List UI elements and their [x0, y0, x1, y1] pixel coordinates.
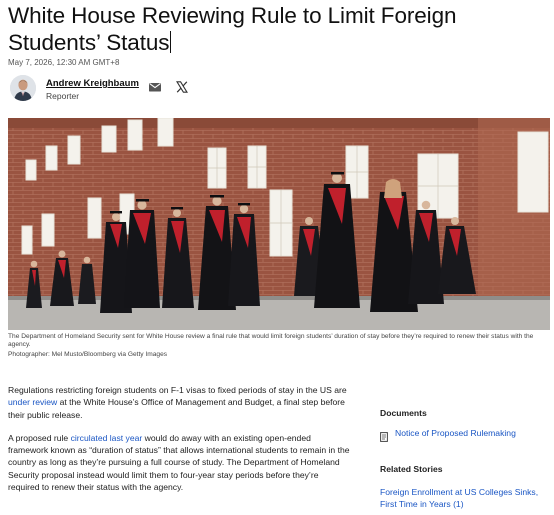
- author-name-link[interactable]: Andrew Kreighbaum: [46, 78, 139, 89]
- author-role: Reporter: [46, 91, 80, 101]
- under-review-link[interactable]: under review: [8, 397, 57, 407]
- headline-text: White House Reviewing Rule to Limit Fore…: [8, 3, 457, 55]
- sidebar: Documents Notice of Proposed Rulemaking …: [380, 408, 550, 511]
- circulated-last-year-link[interactable]: circulated last year: [71, 433, 143, 443]
- related-stories-heading: Related Stories: [380, 464, 443, 474]
- x-logo-icon[interactable]: [175, 80, 189, 94]
- article-timestamp: May 7, 2026, 12:30 AM GMT+8: [8, 58, 120, 67]
- related-story-link[interactable]: Foreign Enrollment at US Colleges Sinks,…: [380, 486, 550, 511]
- paragraph-2: A proposed rule circulated last year wou…: [8, 432, 350, 493]
- author-avatar[interactable]: [10, 75, 36, 101]
- document-link-label[interactable]: Notice of Proposed Rulemaking: [395, 428, 516, 438]
- article-headline: White House Reviewing Rule to Limit Fore…: [8, 2, 548, 56]
- byline: Andrew Kreighbaum Reporter: [8, 75, 308, 105]
- hero-image: [8, 118, 550, 330]
- documents-heading: Documents: [380, 408, 427, 418]
- mail-icon[interactable]: [148, 80, 162, 94]
- image-credit: Photographer: Mel Musto/Bloomberg via Ge…: [8, 351, 168, 358]
- image-caption: The Department of Homeland Security sent…: [8, 333, 534, 349]
- document-icon: [380, 429, 388, 442]
- text-cursor: [170, 31, 172, 53]
- paragraph-1: Regulations restricting foreign students…: [8, 385, 347, 420]
- article-body: Regulations restricting foreign students…: [8, 384, 350, 504]
- document-link-notice[interactable]: Notice of Proposed Rulemaking: [380, 428, 550, 442]
